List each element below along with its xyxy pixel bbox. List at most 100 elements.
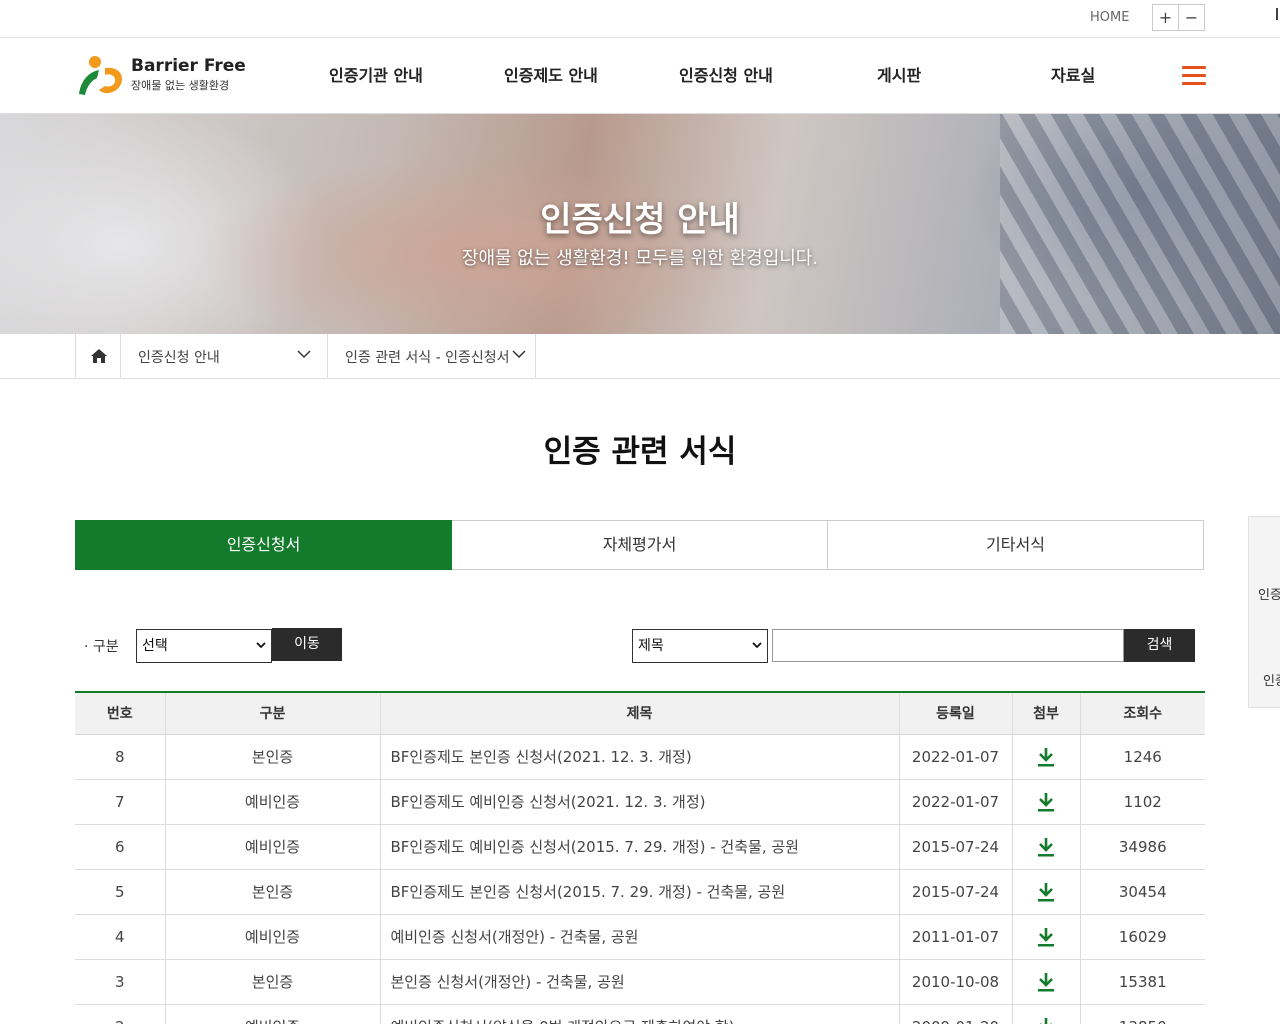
breadcrumb-home[interactable] bbox=[75, 334, 121, 379]
cell-type: 본인증 bbox=[164, 959, 380, 1005]
tab-application-form[interactable]: 인증신청서 bbox=[75, 520, 452, 570]
site-header: Barrier Free 장애물 없는 생활환경 인증기관 안내 인증제도 안내… bbox=[0, 38, 1280, 114]
col-header-attachment: 첨부 bbox=[1011, 692, 1080, 735]
hamburger-menu-icon[interactable] bbox=[1182, 66, 1206, 85]
site-logo[interactable]: Barrier Free 장애물 없는 생활환경 bbox=[75, 54, 246, 98]
download-icon[interactable] bbox=[1037, 972, 1055, 992]
cell-views: 1102 bbox=[1079, 779, 1205, 825]
move-button[interactable]: 이동 bbox=[272, 628, 342, 661]
banner-title: 인증신청 안내 bbox=[540, 200, 740, 240]
hero-banner: 인증신청 안내 장애물 없는 생활환경! 모두를 위한 환경입니다. bbox=[0, 114, 1280, 334]
page-title: 인증 관련 서식 bbox=[543, 434, 737, 470]
cell-type: 예비인증 bbox=[164, 779, 380, 825]
cell-no: 5 bbox=[75, 869, 165, 915]
table-row: 5 본인증 BF인증제도 본인증 신청서(2015. 7. 29. 개정) - … bbox=[75, 869, 1205, 915]
utility-bar: HOME + − bbox=[0, 0, 1280, 38]
cell-title-link[interactable]: BF인증제도 예비인증 신청서(2015. 7. 29. 개정) - 건축물, … bbox=[379, 824, 899, 870]
category-label: · 구분 bbox=[84, 639, 119, 655]
cell-type: 본인증 bbox=[164, 869, 380, 915]
search-field-select-value: 제목 bbox=[638, 638, 664, 654]
tab-self-assessment[interactable]: 자체평가서 bbox=[452, 520, 828, 570]
home-link[interactable]: HOME bbox=[1090, 10, 1129, 25]
cell-type: 예비인증 bbox=[164, 824, 380, 870]
download-icon[interactable] bbox=[1037, 1017, 1055, 1024]
breadcrumb-level2-label: 인증 관련 서식 - 인증신청서 bbox=[345, 350, 510, 366]
cell-no: 4 bbox=[75, 914, 165, 960]
nav-item-cert-system[interactable]: 인증제도 안내 bbox=[504, 62, 598, 86]
cell-date: 2022-01-07 bbox=[898, 734, 1012, 780]
breadcrumb-level1-dropdown[interactable]: 인증신청 안내 bbox=[121, 334, 328, 379]
quick-item-2[interactable]: 인증 bbox=[1263, 670, 1280, 689]
col-header-views: 조회수 bbox=[1079, 692, 1205, 735]
search-input[interactable] bbox=[772, 629, 1124, 662]
col-header-type: 구분 bbox=[164, 692, 380, 735]
zoom-out-button[interactable]: − bbox=[1178, 5, 1204, 30]
cell-date: 2010-10-08 bbox=[898, 959, 1012, 1005]
cell-title-link[interactable]: 예비인증신청서(양식을 0번 개정안으로 제출하여야 함) bbox=[379, 1004, 899, 1024]
table-row: 3 본인증 본인증 신청서(개정안) - 건축물, 공원 2010-10-08 … bbox=[75, 959, 1205, 1005]
logo-mark-icon bbox=[79, 56, 123, 95]
breadcrumb-level1-label: 인증신청 안내 bbox=[138, 350, 220, 366]
cell-views: 30454 bbox=[1079, 869, 1205, 915]
cell-no: 3 bbox=[75, 959, 165, 1005]
cell-date: 2011-01-07 bbox=[898, 914, 1012, 960]
col-header-no: 번호 bbox=[75, 692, 165, 735]
cell-type: 예비인증 bbox=[164, 914, 380, 960]
chevron-down-icon bbox=[297, 350, 311, 359]
cell-attachment bbox=[1011, 1004, 1080, 1024]
breadcrumb: 인증신청 안내 인증 관련 서식 - 인증신청서 bbox=[0, 334, 1280, 379]
cell-type: 본인증 bbox=[164, 734, 380, 780]
cell-date: 2022-01-07 bbox=[898, 779, 1012, 825]
zoom-in-button[interactable]: + bbox=[1153, 5, 1178, 30]
table-row: 8 본인증 BF인증제도 본인증 신청서(2021. 12. 3. 개정) 20… bbox=[75, 734, 1205, 780]
quick-menu: 인증 인증 bbox=[1248, 516, 1280, 708]
cell-title-link[interactable]: BF인증제도 본인증 신청서(2021. 12. 3. 개정) bbox=[379, 734, 899, 780]
cell-no: 8 bbox=[75, 734, 165, 780]
nav-item-board[interactable]: 게시판 bbox=[877, 62, 921, 86]
cell-date: 2015-07-24 bbox=[898, 869, 1012, 915]
cell-views: 13850 bbox=[1079, 1004, 1205, 1024]
chevron-down-icon bbox=[752, 642, 762, 649]
nav-item-cert-apply[interactable]: 인증신청 안내 bbox=[679, 62, 773, 86]
cell-title-link[interactable]: 본인증 신청서(개정안) - 건축물, 공원 bbox=[379, 959, 899, 1005]
col-header-date: 등록일 bbox=[898, 692, 1012, 735]
cell-attachment bbox=[1011, 779, 1080, 825]
category-select[interactable]: 선택 bbox=[136, 629, 272, 663]
cell-title-link[interactable]: BF인증제도 본인증 신청서(2015. 7. 29. 개정) - 건축물, 공… bbox=[379, 869, 899, 915]
cell-title-link[interactable]: 예비인증 신청서(개정안) - 건축물, 공원 bbox=[379, 914, 899, 960]
cell-views: 15381 bbox=[1079, 959, 1205, 1005]
nav-item-library[interactable]: 자료실 bbox=[1051, 62, 1095, 86]
banner-subtitle: 장애물 없는 생활환경! 모두를 위한 환경입니다. bbox=[461, 248, 819, 269]
quick-item-1[interactable]: 인증 bbox=[1258, 584, 1280, 603]
search-field-select[interactable]: 제목 bbox=[632, 629, 768, 663]
download-icon[interactable] bbox=[1037, 747, 1055, 767]
cell-no: 7 bbox=[75, 779, 165, 825]
download-icon[interactable] bbox=[1037, 882, 1055, 902]
cell-views: 34986 bbox=[1079, 824, 1205, 870]
download-icon[interactable] bbox=[1037, 927, 1055, 947]
cell-attachment bbox=[1011, 824, 1080, 870]
table-row: 6 예비인증 BF인증제도 예비인증 신청서(2015. 7. 29. 개정) … bbox=[75, 824, 1205, 870]
cell-date: 2009-01-20 bbox=[898, 1004, 1012, 1024]
logo-name: Barrier Free bbox=[131, 56, 246, 76]
cell-attachment bbox=[1011, 869, 1080, 915]
cell-attachment bbox=[1011, 914, 1080, 960]
cell-type: 예비인증 bbox=[164, 1004, 380, 1024]
logo-tagline: 장애물 없는 생활환경 bbox=[131, 79, 230, 92]
table-header-row: 번호 구분 제목 등록일 첨부 조회수 bbox=[75, 692, 1205, 735]
search-button[interactable]: 검색 bbox=[1124, 629, 1195, 662]
table-row: 4 예비인증 예비인증 신청서(개정안) - 건축물, 공원 2011-01-0… bbox=[75, 914, 1205, 960]
zoom-controls: + − bbox=[1152, 4, 1205, 31]
nav-item-cert-agency[interactable]: 인증기관 안내 bbox=[329, 62, 423, 86]
cell-views: 16029 bbox=[1079, 914, 1205, 960]
download-icon[interactable] bbox=[1037, 792, 1055, 812]
form-tabs: 인증신청서 자체평가서 기타서식 bbox=[75, 520, 1204, 570]
cell-date: 2015-07-24 bbox=[898, 824, 1012, 870]
col-header-title: 제목 bbox=[379, 692, 899, 735]
breadcrumb-level2-dropdown[interactable]: 인증 관련 서식 - 인증신청서 bbox=[328, 334, 536, 379]
home-icon bbox=[91, 349, 107, 363]
download-icon[interactable] bbox=[1037, 837, 1055, 857]
chevron-down-icon bbox=[512, 350, 526, 359]
tab-other-forms[interactable]: 기타서식 bbox=[828, 520, 1204, 570]
cell-title-link[interactable]: BF인증제도 예비인증 신청서(2021. 12. 3. 개정) bbox=[379, 779, 899, 825]
